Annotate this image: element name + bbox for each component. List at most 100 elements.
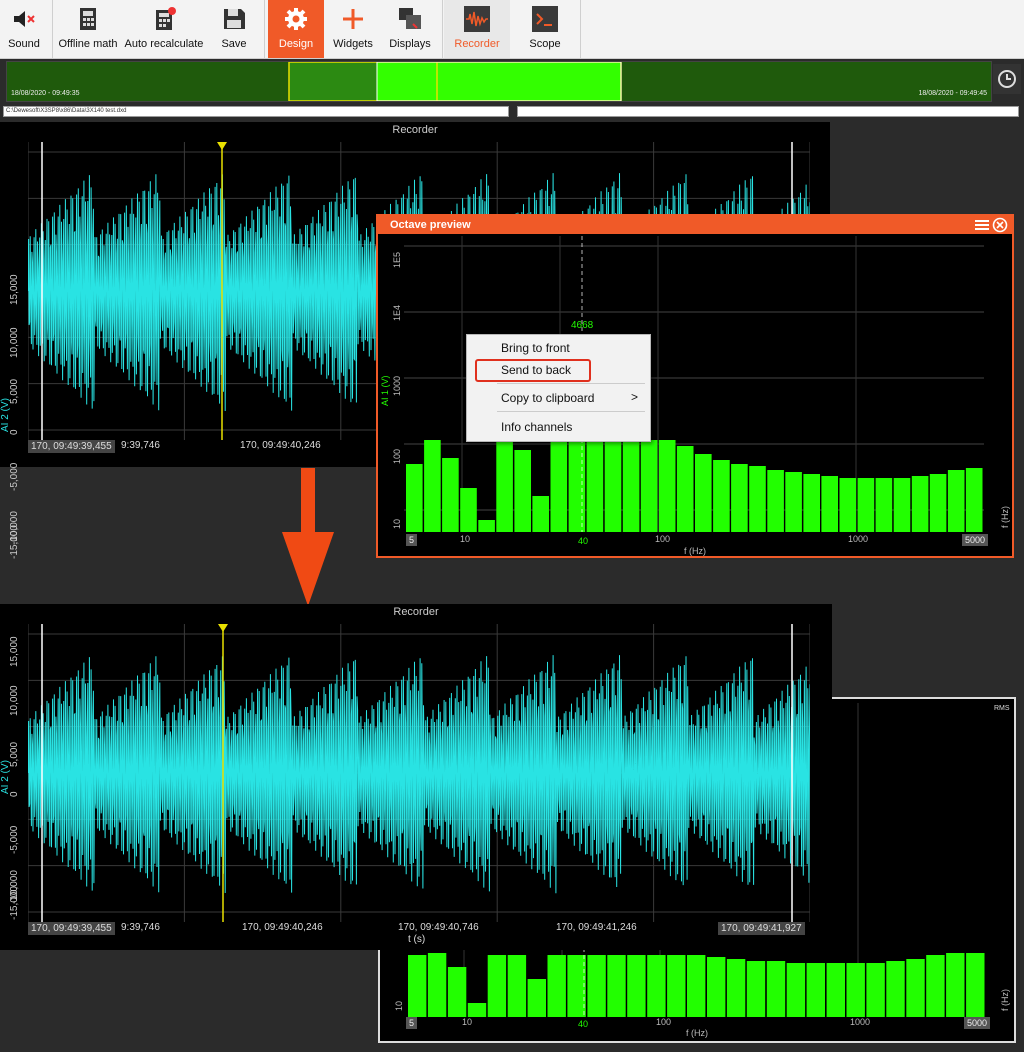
offline-math-label: Offline math	[58, 38, 118, 50]
offline-math-button[interactable]: Offline math	[56, 0, 120, 58]
menu-item-bring-to-front[interactable]: Bring to front	[501, 341, 570, 355]
octave-title-bar[interactable]: Octave preview	[378, 216, 1012, 234]
close-icon[interactable]	[992, 217, 1008, 233]
context-menu: Bring to front Send to back Copy to clip…	[466, 334, 651, 442]
menu-separator	[497, 383, 645, 384]
rms-label: RMS	[994, 705, 1010, 712]
ytick: 10,000	[9, 327, 20, 358]
octave-bar	[647, 955, 666, 1017]
timeline-clock-button[interactable]	[993, 64, 1021, 94]
octave-bar	[707, 957, 726, 1017]
octave-xtick: 5000	[962, 534, 989, 546]
octave-bar	[607, 955, 626, 1017]
octave-bar	[947, 470, 965, 532]
octave-ytick: 1000	[392, 375, 402, 396]
octave-ytick: 1E4	[392, 304, 402, 321]
octave-ytick: 100	[392, 448, 402, 464]
octave-bar	[667, 955, 686, 1017]
sound-button[interactable]: Sound	[0, 0, 48, 58]
octave-bar	[911, 476, 929, 532]
octave-bar	[658, 440, 676, 532]
octave-xtick: 5	[406, 1017, 418, 1029]
toolbar: Sound Offline math Auto recalculate Save…	[0, 0, 1024, 59]
octave-bar	[604, 436, 622, 532]
octave-bar	[826, 963, 845, 1017]
plus-icon	[343, 9, 363, 29]
octave-bar	[467, 1003, 487, 1017]
octave-xtick: 5000	[964, 1017, 991, 1029]
time-start-label: 170, 09:49:39,455	[28, 922, 115, 935]
widgets-button[interactable]: Widgets	[328, 0, 378, 58]
octave-bar	[676, 446, 694, 532]
gear-icon	[285, 8, 307, 30]
octave-xtick: 10	[460, 534, 471, 544]
ytick: -15,000	[9, 525, 20, 559]
time-label: 170, 09:49:41,246	[556, 922, 637, 933]
time-label: 170, 09:49:40,246	[240, 440, 321, 451]
file-path-field[interactable]: C:\Dewesoft\X3SP8\x86\Data\3X140 test.dx…	[3, 106, 509, 117]
time-start-label: 170, 09:49:39,455	[28, 440, 115, 453]
octave-ytick: 1E5	[392, 251, 402, 268]
displays-button[interactable]: Displays	[382, 0, 438, 58]
save-button[interactable]: Save	[210, 0, 258, 58]
displays-icon	[399, 8, 421, 29]
octave-bar	[687, 955, 706, 1017]
octave-bar	[929, 474, 947, 532]
time-label: 170, 09:49:40,246	[242, 922, 323, 933]
octave-bar	[487, 955, 507, 1017]
octave-bar	[875, 478, 893, 532]
timeline-end: 18/08/2020 - 09:49:45	[918, 90, 987, 97]
octave-bar	[424, 440, 441, 532]
y-axis-label: AI 2 (V)	[0, 398, 11, 432]
file-path-field-secondary[interactable]	[517, 106, 1019, 117]
octave-bar	[846, 963, 865, 1017]
octave-bar	[766, 961, 786, 1017]
octave-bar	[893, 478, 911, 532]
menu-item-info-channels[interactable]: Info channels	[501, 420, 572, 434]
calculator-refresh-icon	[156, 7, 176, 30]
save-label: Save	[221, 38, 247, 50]
octave-bar	[622, 436, 640, 532]
octave-bar	[785, 472, 802, 532]
octave-xtick: 10	[462, 1017, 473, 1027]
scope-button[interactable]: Scope	[514, 0, 576, 58]
displays-label: Displays	[389, 38, 431, 50]
ytick: -15,000	[9, 886, 20, 920]
octave-bar	[906, 959, 925, 1017]
time-label: 9:39,746	[121, 440, 160, 451]
recorder-waveform	[28, 624, 810, 922]
auto-recalculate-button[interactable]: Auto recalculate	[122, 0, 206, 58]
timeline-overview[interactable]: 18/08/2020 - 09:49:35 18/08/2020 - 09:49…	[6, 61, 992, 102]
octave-bar	[965, 468, 983, 532]
calculator-icon	[80, 8, 96, 30]
octave-x-axis-label: f (Hz)	[684, 546, 706, 556]
signal-trace	[28, 655, 810, 894]
time-label: 170, 09:49:40,746	[398, 922, 479, 933]
octave-bar	[627, 955, 646, 1017]
octave-bar	[731, 464, 748, 532]
menu-item-copy-to-clipboard[interactable]: Copy to clipboard	[501, 391, 594, 405]
octave-bar	[514, 450, 531, 532]
recorder-panel-bottom[interactable]: Recorder 15,000 10,000 5,000 0 -5,000 -1…	[0, 604, 832, 950]
down-arrow-icon	[282, 468, 334, 606]
octave-bar	[427, 953, 447, 1017]
octave-bar	[547, 955, 566, 1017]
recorder-button[interactable]: Recorder	[444, 0, 510, 58]
octave-ytick: 10	[392, 518, 402, 529]
design-button[interactable]: Design	[268, 0, 324, 58]
octave-bar	[806, 963, 825, 1017]
hamburger-menu-icon[interactable]	[974, 218, 990, 232]
octave-bar	[527, 979, 546, 1017]
cursor-marker-icon	[218, 624, 228, 632]
octave-bar	[460, 488, 477, 532]
menu-item-send-to-back[interactable]: Send to back	[501, 363, 571, 377]
clock-icon	[998, 70, 1016, 88]
octave-xtick: 5	[406, 534, 418, 546]
ytick: -5,000	[9, 462, 20, 491]
octave-bar	[408, 955, 427, 1017]
ytick: -5,000	[9, 825, 20, 854]
octave-bar	[507, 955, 527, 1017]
octave-xtick: 1000	[850, 1017, 871, 1027]
octave-bar	[550, 440, 568, 532]
waveform-icon	[464, 6, 490, 32]
